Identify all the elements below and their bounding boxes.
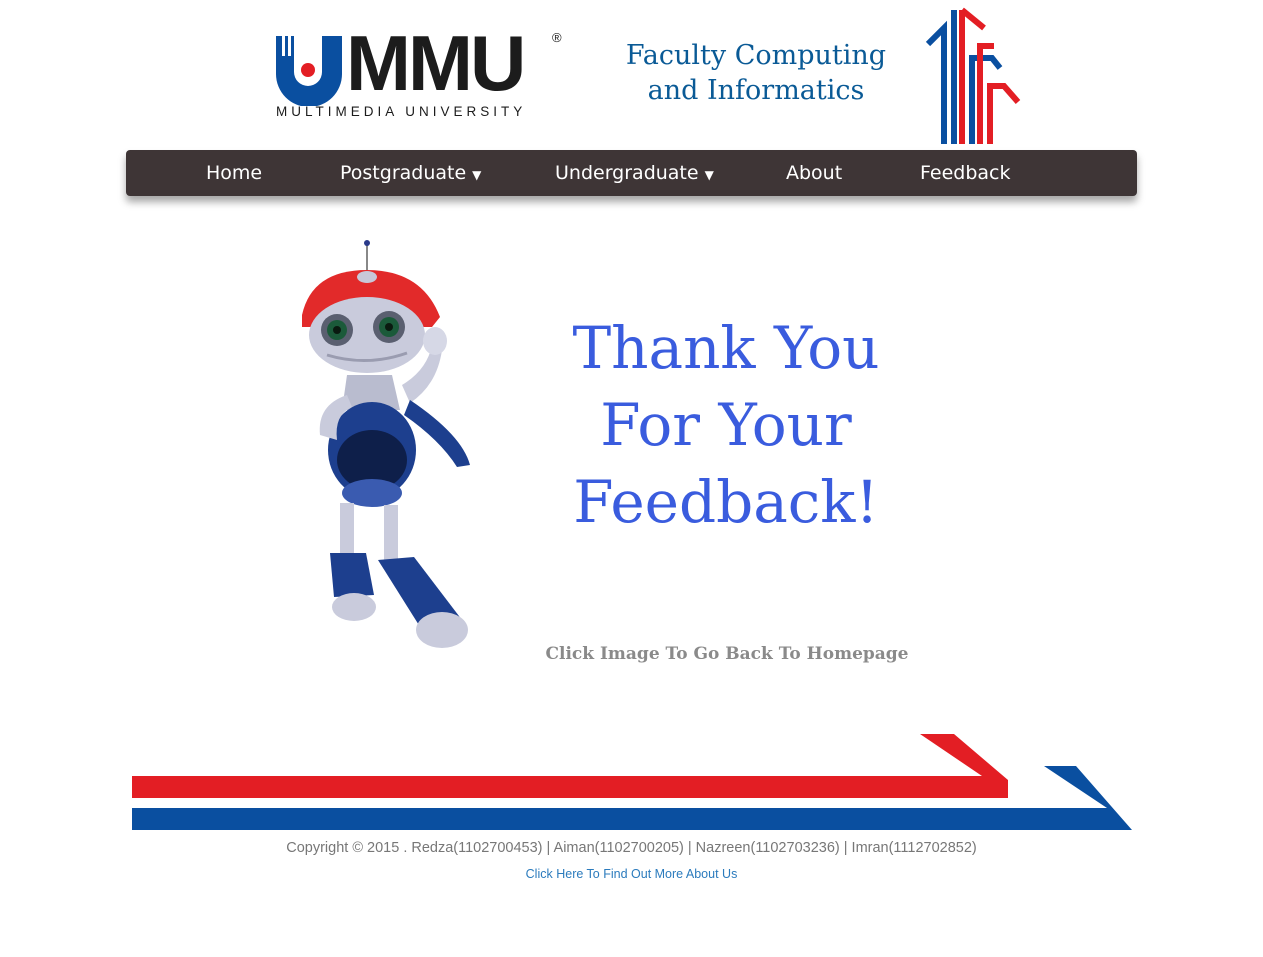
mmu-logo[interactable]: MMU ® MULTIMEDIA UNIVERSITY [272, 24, 567, 122]
nav-feedback-label: Feedback [920, 162, 1011, 184]
logo-subtitle: MULTIMEDIA UNIVERSITY [276, 104, 527, 119]
thank-you-message: Thank You For Your Feedback! [526, 310, 926, 541]
caret-down-icon: ▼ [472, 168, 482, 182]
fci-logo-icon [925, 7, 1021, 144]
header: MMU ® MULTIMEDIA UNIVERSITY Faculty Comp… [0, 0, 1263, 150]
nav-feedback[interactable]: Feedback [920, 150, 1010, 196]
nav-postgraduate[interactable]: Postgraduate ▼ [340, 150, 481, 196]
faculty-title-line1: Faculty Computing [625, 40, 887, 71]
logo-text: MMU [346, 19, 526, 107]
robot-mascot-image[interactable] [292, 235, 482, 665]
nav-home[interactable]: Home [206, 150, 262, 196]
main-navbar: Home Postgraduate ▼ Undergraduate ▼ About … [126, 150, 1137, 196]
copyright-text: Copyright © 2015 . Redza(1102700453) | A… [286, 840, 977, 856]
about-us-link[interactable]: Click Here To Find Out More About Us [0, 867, 1263, 881]
faculty-title: Faculty Computing and Informatics [606, 38, 906, 108]
decorative-stripes [132, 734, 1132, 830]
nav-home-label: Home [206, 162, 263, 184]
nav-about[interactable]: About [786, 150, 842, 196]
caret-down-icon: ▼ [704, 168, 714, 182]
click-image-hint: Click Image To Go Back To Homepage [545, 644, 909, 664]
mmu-emblem-icon [276, 34, 342, 106]
registered-mark: ® [552, 30, 562, 45]
thank-you-line3: Feedback! [573, 468, 879, 536]
thank-you-line2: For Your [600, 391, 852, 459]
thank-you-line1: Thank You [572, 314, 880, 382]
nav-undergraduate-label: Undergraduate [555, 162, 699, 184]
nav-undergraduate[interactable]: Undergraduate ▼ [555, 150, 714, 196]
nav-postgraduate-label: Postgraduate [340, 162, 467, 184]
nav-about-label: About [786, 162, 843, 184]
faculty-title-line2: and Informatics [647, 75, 865, 106]
